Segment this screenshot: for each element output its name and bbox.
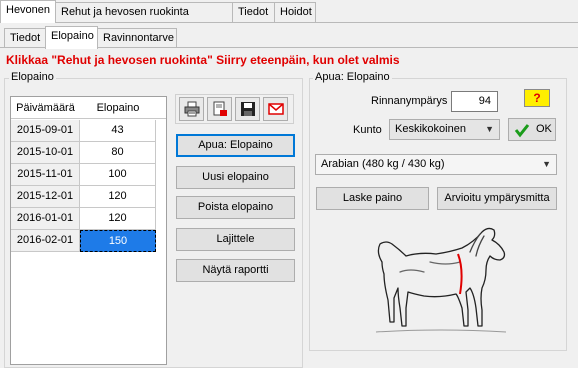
export-icon: [213, 101, 227, 116]
subtab-tiedot[interactable]: Tiedot: [4, 28, 46, 48]
girth-input[interactable]: 94: [451, 91, 498, 112]
delete-weight-button[interactable]: Poista elopaino: [176, 196, 295, 219]
ok-label: OK: [536, 123, 552, 135]
tab-hevonen[interactable]: Hevonen: [0, 0, 56, 23]
elopaino-group-title: Elopaino: [9, 71, 56, 83]
table-row[interactable]: 2015-11-01 100: [11, 164, 166, 186]
breed-select-value: Arabian (480 kg / 430 kg): [321, 158, 445, 170]
instruction-notice: Klikkaa "Rehut ja hevosen ruokinta" Siir…: [6, 53, 400, 67]
subtab-elopaino[interactable]: Elopaino: [45, 26, 98, 49]
condition-select-value: Keskikokoinen: [395, 123, 466, 135]
tab-rehut[interactable]: Rehut ja hevosen ruokinta: [55, 2, 233, 22]
table-row[interactable]: 2016-01-01 120: [11, 208, 166, 230]
email-button[interactable]: [263, 97, 288, 121]
export-button[interactable]: [207, 97, 232, 121]
subtab-ravinnontarve[interactable]: Ravinnontarve: [97, 28, 177, 48]
condition-select[interactable]: Keskikokoinen ▼: [389, 119, 500, 140]
calculate-weight-button[interactable]: Laske paino: [316, 187, 429, 210]
tab-label: Tiedot: [238, 6, 269, 18]
table-row[interactable]: 2015-12-01 120: [11, 186, 166, 208]
print-icon: [184, 101, 200, 117]
tab-tiedot-main[interactable]: Tiedot: [232, 2, 275, 22]
weight-cell[interactable]: 120: [80, 208, 156, 230]
table-row[interactable]: 2015-09-01 43: [11, 120, 166, 142]
help-elopaino-button[interactable]: Apua: Elopaino: [176, 134, 295, 157]
tab-label: Hoidot: [280, 6, 312, 18]
date-cell[interactable]: 2015-10-01: [11, 142, 80, 164]
weight-cell-selected[interactable]: 150: [80, 230, 156, 252]
date-cell[interactable]: 2016-01-01: [11, 208, 80, 230]
column-header-weight[interactable]: Elopaino: [80, 97, 156, 119]
table-row[interactable]: 2015-10-01 80: [11, 142, 166, 164]
main-tab-divider: [0, 22, 578, 23]
date-cell[interactable]: 2015-12-01: [11, 186, 80, 208]
horse-illustration: [375, 227, 507, 333]
weight-cell[interactable]: 80: [80, 142, 156, 164]
chevron-down-icon: ▼: [542, 159, 551, 169]
weight-cell[interactable]: 100: [80, 164, 156, 186]
save-icon: [241, 102, 255, 116]
question-button[interactable]: ?: [524, 89, 550, 107]
sort-button[interactable]: Lajittele: [176, 228, 295, 251]
column-header-date[interactable]: Päivämäärä: [11, 97, 80, 119]
table-row-selected[interactable]: 2016-02-01 150: [11, 230, 166, 252]
main-tab-bar: Hevonen Rehut ja hevosen ruokinta Tiedot…: [0, 0, 578, 23]
chevron-down-icon: ▼: [485, 124, 494, 134]
tab-label: Tiedot: [10, 32, 41, 44]
new-weight-button[interactable]: Uusi elopaino: [176, 166, 295, 189]
date-cell[interactable]: 2015-09-01: [11, 120, 80, 142]
girth-label: Rinnanympärys: [371, 95, 448, 107]
breed-select[interactable]: Arabian (480 kg / 430 kg) ▼: [315, 154, 557, 175]
weight-cell[interactable]: 43: [80, 120, 156, 142]
tab-label: Hevonen: [6, 4, 51, 16]
estimated-girth-button[interactable]: Arvioitu ympärysmitta: [437, 187, 557, 210]
tab-hoidot[interactable]: Hoidot: [274, 2, 316, 22]
date-cell[interactable]: 2015-11-01: [11, 164, 80, 186]
email-icon: [268, 103, 284, 115]
save-button[interactable]: [235, 97, 260, 121]
girth-marker: [457, 253, 463, 295]
tab-label: Elopaino: [51, 30, 94, 42]
print-button[interactable]: [179, 97, 204, 121]
check-icon: [514, 124, 530, 138]
weight-table[interactable]: Päivämäärä Elopaino 2015-09-01 43 2015-1…: [10, 96, 167, 365]
ok-button[interactable]: OK: [508, 118, 556, 141]
show-report-button[interactable]: Näytä raportti: [176, 259, 295, 282]
tab-label: Ravinnontarve: [103, 32, 174, 44]
help-weight-group-title: Apua: Elopaino: [313, 71, 392, 83]
table-header: Päivämäärä Elopaino: [11, 97, 166, 119]
date-cell[interactable]: 2016-02-01: [11, 230, 80, 252]
tab-label: Rehut ja hevosen ruokinta: [61, 6, 189, 18]
condition-label: Kunto: [353, 124, 382, 136]
weight-cell[interactable]: 120: [80, 186, 156, 208]
sub-tab-bar: Tiedot Elopaino Ravinnontarve: [0, 26, 578, 49]
